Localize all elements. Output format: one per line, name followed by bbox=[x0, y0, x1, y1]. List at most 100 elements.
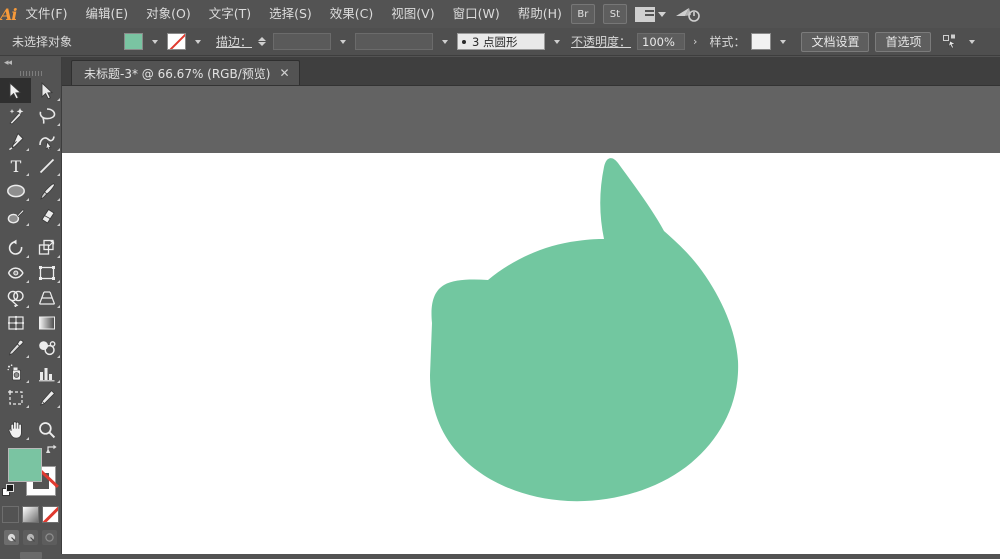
width-tool[interactable] bbox=[0, 260, 31, 285]
style-chevron-down-icon[interactable] bbox=[780, 39, 787, 44]
direct-selection-tool[interactable] bbox=[31, 78, 62, 103]
tool-expand-corner-icon bbox=[57, 355, 60, 358]
brush-dot-icon bbox=[462, 39, 467, 44]
align-chevron-down-icon[interactable] bbox=[969, 39, 976, 44]
menu-effect[interactable]: 效果(C) bbox=[321, 0, 382, 28]
menu-view[interactable]: 视图(V) bbox=[382, 0, 443, 28]
symbol-sprayer-tool[interactable] bbox=[0, 360, 31, 385]
line-segment-tool[interactable] bbox=[31, 153, 62, 178]
scale-tool[interactable] bbox=[31, 235, 62, 260]
rotate-tool[interactable] bbox=[0, 235, 31, 260]
none-button[interactable] bbox=[42, 506, 59, 523]
tool-expand-corner-icon bbox=[57, 255, 60, 258]
stroke-weight-label[interactable]: 描边： bbox=[216, 33, 252, 50]
selection-status-label: 未选择对象 bbox=[12, 35, 73, 49]
tool-expand-corner-icon bbox=[26, 305, 29, 308]
fill-chevron-down-icon[interactable] bbox=[152, 39, 158, 44]
document-setup-button[interactable]: 文档设置 bbox=[801, 31, 870, 52]
opacity-input[interactable]: 100% bbox=[637, 33, 686, 50]
menu-file[interactable]: 文件(F) bbox=[17, 0, 77, 28]
bridge-button[interactable]: Br bbox=[570, 4, 595, 24]
color-button[interactable] bbox=[2, 506, 19, 523]
shaper-tool[interactable] bbox=[0, 203, 31, 228]
preferences-button[interactable]: 首选项 bbox=[875, 31, 932, 52]
mesh-tool[interactable] bbox=[0, 310, 31, 335]
menu-type[interactable]: 文字(T) bbox=[200, 0, 260, 28]
document-tab-title: 未标题-3* @ 66.67% (RGB/预览) bbox=[84, 66, 271, 81]
column-graph-tool[interactable] bbox=[31, 360, 62, 385]
hand-tool[interactable] bbox=[0, 417, 31, 442]
stroke-color-swatch[interactable] bbox=[167, 33, 186, 50]
gradient-button[interactable] bbox=[22, 506, 39, 523]
align-selection-icon[interactable] bbox=[943, 34, 960, 49]
draw-normal-button[interactable] bbox=[4, 530, 19, 545]
brush-definition-select[interactable]: 3 点圆形 bbox=[457, 33, 546, 50]
menu-select[interactable]: 选择(S) bbox=[260, 0, 321, 28]
shape-builder-tool[interactable] bbox=[0, 285, 31, 310]
lasso-tool[interactable] bbox=[31, 103, 62, 128]
gradient-tool[interactable] bbox=[31, 310, 62, 335]
brush-chevron-down-icon[interactable] bbox=[554, 39, 561, 44]
tool-expand-corner-icon bbox=[57, 98, 60, 101]
menu-window[interactable]: 窗口(W) bbox=[444, 0, 509, 28]
document-tab-bar: 未标题-3* @ 66.67% (RGB/预览) ✕ bbox=[62, 57, 1000, 86]
fill-color-indicator[interactable] bbox=[8, 448, 42, 482]
swap-fill-stroke-icon[interactable] bbox=[46, 444, 58, 456]
eraser-tool[interactable] bbox=[31, 203, 62, 228]
tool-expand-corner-icon bbox=[26, 380, 29, 383]
selection-tool[interactable] bbox=[0, 78, 31, 103]
stroke-weight-stepper[interactable] bbox=[258, 37, 267, 46]
slice-tool[interactable] bbox=[31, 385, 62, 410]
screen-mode-button[interactable] bbox=[0, 552, 61, 559]
tools-grid: T bbox=[0, 78, 62, 442]
perspective-grid-tool[interactable] bbox=[31, 285, 62, 310]
stroke-chevron-down-icon[interactable] bbox=[195, 39, 201, 44]
tool-expand-corner-icon bbox=[26, 355, 29, 358]
arrange-box-icon bbox=[634, 6, 655, 22]
graphic-style-swatch[interactable] bbox=[751, 33, 772, 50]
default-fill-stroke-icon[interactable] bbox=[2, 484, 15, 497]
opacity-more-options-icon[interactable]: › bbox=[691, 35, 699, 48]
stroke-weight-chevron-down-icon[interactable] bbox=[340, 39, 347, 44]
menu-edit[interactable]: 编辑(E) bbox=[76, 0, 137, 28]
artboard-tool[interactable] bbox=[0, 385, 31, 410]
ellipse-tool[interactable] bbox=[0, 178, 31, 203]
menu-help[interactable]: 帮助(H) bbox=[509, 0, 571, 28]
draw-inside-button[interactable] bbox=[42, 530, 57, 545]
free-transform-tool[interactable] bbox=[31, 260, 62, 285]
tools-divider-2 bbox=[0, 410, 62, 417]
type-tool[interactable]: T bbox=[0, 153, 31, 178]
blend-tool[interactable] bbox=[31, 335, 62, 360]
tool-expand-corner-icon bbox=[57, 148, 60, 151]
tools-divider bbox=[0, 228, 62, 235]
document-tab[interactable]: 未标题-3* @ 66.67% (RGB/预览) ✕ bbox=[71, 60, 300, 85]
stroke-profile-chevron-down-icon[interactable] bbox=[442, 39, 449, 44]
tools-panel-collapse-button[interactable]: ◂◂ bbox=[0, 57, 61, 69]
eyedropper-tool[interactable] bbox=[0, 335, 31, 360]
tool-expand-corner-icon bbox=[26, 437, 29, 440]
cat-head-blob-shape[interactable] bbox=[62, 153, 1000, 554]
svg-text:T: T bbox=[10, 157, 21, 175]
tool-expand-corner-icon bbox=[26, 405, 29, 408]
stock-button[interactable]: St bbox=[602, 4, 627, 24]
illustrator-window: Ai 文件(F) 编辑(E) 对象(O) 文字(T) 选择(S) 效果(C) 视… bbox=[0, 0, 1000, 559]
tool-expand-corner-icon bbox=[57, 380, 60, 383]
close-icon[interactable]: ✕ bbox=[279, 67, 289, 79]
artboard-canvas[interactable] bbox=[62, 153, 1000, 554]
tools-panel-grip[interactable] bbox=[0, 69, 61, 78]
fill-color-swatch[interactable] bbox=[124, 33, 143, 50]
curvature-tool[interactable] bbox=[31, 128, 62, 153]
draw-behind-button[interactable] bbox=[23, 530, 38, 545]
arrange-documents-icon[interactable] bbox=[634, 6, 666, 22]
paintbrush-tool[interactable] bbox=[31, 178, 62, 203]
screen-mode-icon bbox=[19, 552, 42, 559]
stroke-weight-input[interactable] bbox=[273, 33, 332, 50]
zoom-tool[interactable] bbox=[31, 417, 62, 442]
stroke-profile-select[interactable] bbox=[355, 33, 434, 50]
magic-wand-tool[interactable] bbox=[0, 103, 31, 128]
opacity-label[interactable]: 不透明度： bbox=[571, 33, 631, 50]
search-adobe-stock-icon[interactable] bbox=[674, 5, 700, 23]
tool-expand-corner-icon bbox=[57, 198, 60, 201]
pen-tool[interactable] bbox=[0, 128, 31, 153]
menu-object[interactable]: 对象(O) bbox=[137, 0, 200, 28]
